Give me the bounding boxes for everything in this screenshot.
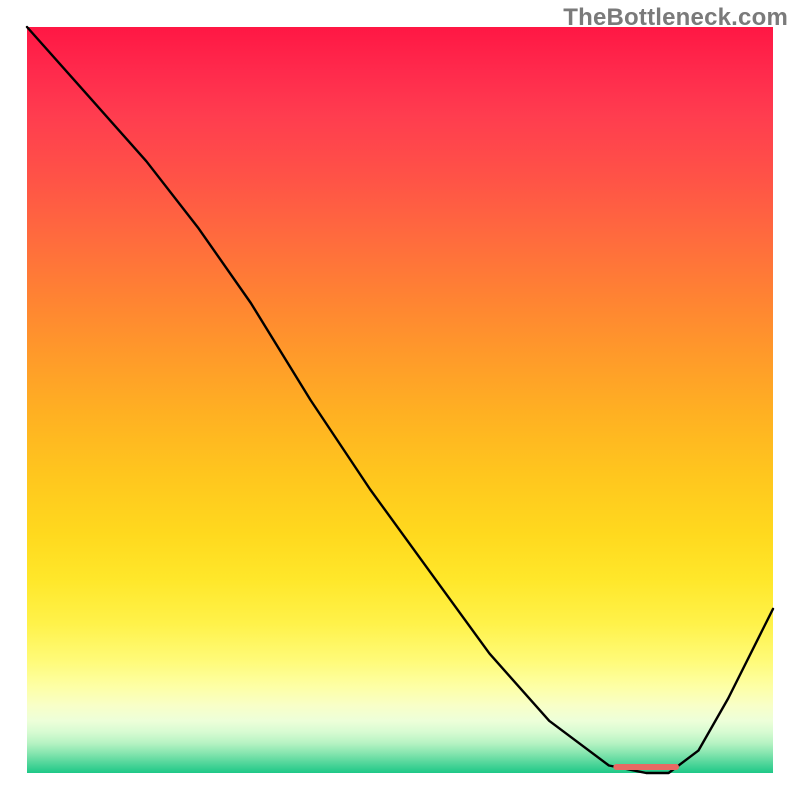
bottleneck-curve bbox=[27, 27, 773, 773]
chart-stage: TheBottleneck.com bbox=[0, 0, 800, 800]
chart-svg bbox=[27, 27, 773, 773]
